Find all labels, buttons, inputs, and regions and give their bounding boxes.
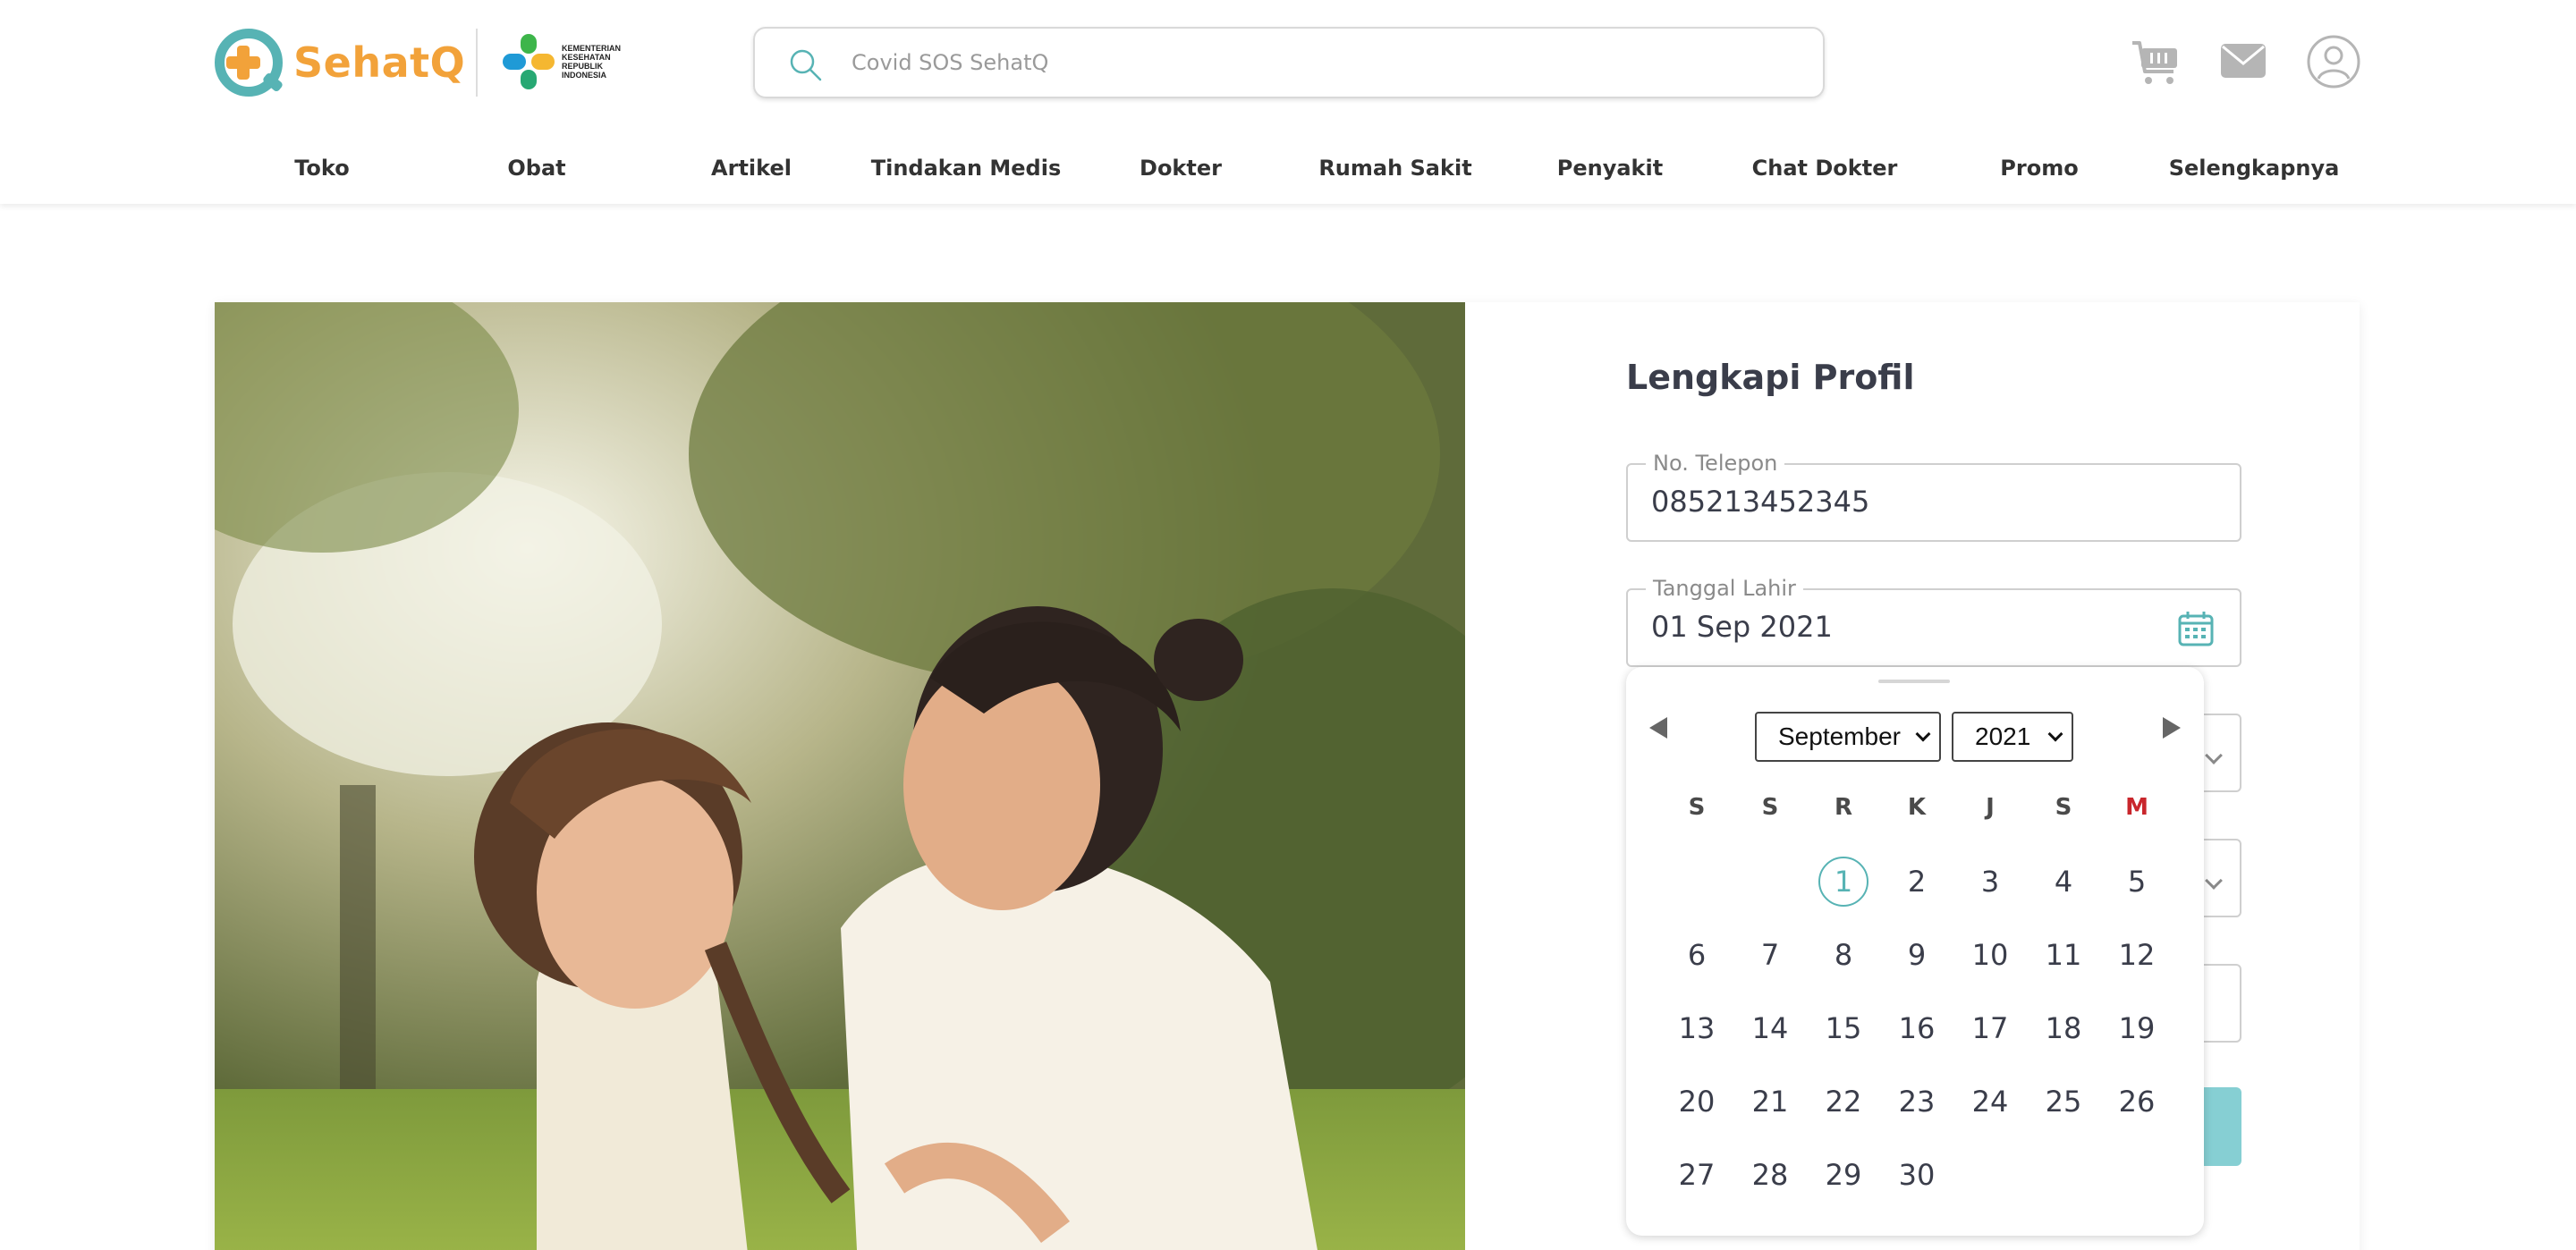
- calendar-day[interactable]: 17: [1965, 1003, 2015, 1053]
- date-picker: September 2021 SSRKJSM 1 2 3 4 5 6 7 8 9 10 11 12 13…: [1626, 667, 2204, 1236]
- nav-item-toko[interactable]: Toko: [215, 145, 429, 191]
- next-month-button[interactable]: [2163, 717, 2181, 739]
- nav-item-selengkapnya[interactable]: Selengkapnya: [2147, 145, 2361, 191]
- calendar-day[interactable]: 4: [2038, 857, 2089, 907]
- picker-grabber: [1878, 680, 1950, 683]
- search-input[interactable]: [852, 45, 1782, 80]
- weekday-label: S: [2055, 794, 2072, 821]
- calendar-day[interactable]: 30: [1892, 1150, 1942, 1200]
- cart-icon[interactable]: [2129, 36, 2181, 88]
- form-title: Lengkapi Profil: [1626, 358, 1915, 397]
- nav-item-promo[interactable]: Promo: [1932, 145, 2147, 191]
- main-nav: Toko Obat Artikel Tindakan Medis Dokter …: [215, 145, 2361, 191]
- calendar-day[interactable]: 6: [1672, 930, 1722, 980]
- weekday-label: K: [1907, 794, 1927, 821]
- brand-name: SehatQ: [293, 38, 466, 87]
- birthdate-value[interactable]: 01 Sep 2021: [1651, 610, 1833, 644]
- phone-field[interactable]: No. Telepon 085213452345: [1626, 451, 2241, 542]
- year-select[interactable]: 2021: [1952, 712, 2073, 762]
- weekday-label: M: [2125, 794, 2148, 821]
- sehatq-logo[interactable]: SehatQ: [215, 27, 465, 98]
- weekday-label: S: [1688, 794, 1706, 821]
- mother-daughter-photo: [215, 302, 1465, 1250]
- nav-item-tindakan-medis[interactable]: Tindakan Medis: [859, 145, 1073, 191]
- calendar-day[interactable]: 29: [1818, 1150, 1868, 1200]
- calendar-day[interactable]: 28: [1745, 1150, 1795, 1200]
- nav-item-dokter[interactable]: Dokter: [1073, 145, 1288, 191]
- phone-value[interactable]: 085213452345: [1651, 485, 1869, 519]
- chevron-down-icon: [2205, 747, 2223, 764]
- calendar-day[interactable]: 7: [1745, 930, 1795, 980]
- calendar-day[interactable]: 5: [2112, 857, 2162, 907]
- calendar-day[interactable]: 26: [2112, 1077, 2162, 1127]
- calendar-day[interactable]: 23: [1892, 1077, 1942, 1127]
- calendar-day[interactable]: 18: [2038, 1003, 2089, 1053]
- calendar-icon[interactable]: [2177, 610, 2215, 647]
- calendar-day[interactable]: 2: [1892, 857, 1942, 907]
- calendar-day[interactable]: 10: [1965, 930, 2015, 980]
- calendar-day[interactable]: 14: [1745, 1003, 1795, 1053]
- nav-item-rumah-sakit[interactable]: Rumah Sakit: [1288, 145, 1503, 191]
- prev-month-button[interactable]: [1649, 717, 1667, 739]
- logo-divider: [476, 29, 478, 97]
- weekday-label: S: [1761, 794, 1779, 821]
- calendar-day[interactable]: 3: [1965, 857, 2015, 907]
- month-select-value: September: [1778, 722, 1901, 750]
- calendar-day[interactable]: 24: [1965, 1077, 2015, 1127]
- calendar-day[interactable]: 25: [2038, 1077, 2089, 1127]
- calendar-day[interactable]: 16: [1892, 1003, 1942, 1053]
- kemenkes-text: KEMENTERIAN KESEHATAN REPUBLIK INDONESIA: [562, 44, 622, 80]
- user-icon[interactable]: [2306, 34, 2361, 89]
- phone-label: No. Telepon: [1646, 451, 1785, 476]
- mail-icon[interactable]: [2220, 36, 2267, 88]
- calendar-day[interactable]: 15: [1818, 1003, 1868, 1053]
- calendar-day[interactable]: 8: [1818, 930, 1868, 980]
- selected-day[interactable]: 1: [1818, 857, 1868, 907]
- birthdate-label: Tanggal Lahir: [1646, 576, 1803, 601]
- calendar-day[interactable]: 13: [1672, 1003, 1722, 1053]
- search-bar[interactable]: [753, 27, 1825, 98]
- chevron-down-icon: [2205, 872, 2223, 890]
- weekday-label: R: [1834, 794, 1853, 821]
- year-select-value: 2021: [1975, 722, 2031, 750]
- nav-item-penyakit[interactable]: Penyakit: [1503, 145, 1717, 191]
- calendar-day[interactable]: 20: [1672, 1077, 1722, 1127]
- weekday-label: J: [1986, 794, 1995, 821]
- calendar-day[interactable]: 27: [1672, 1150, 1722, 1200]
- nav-item-obat[interactable]: Obat: [429, 145, 644, 191]
- calendar-day[interactable]: 9: [1892, 930, 1942, 980]
- kemenkes-logo-mark: [501, 34, 556, 89]
- birthdate-field[interactable]: Tanggal Lahir 01 Sep 2021: [1626, 576, 2241, 667]
- calendar-day[interactable]: 22: [1818, 1077, 1868, 1127]
- month-select[interactable]: September: [1755, 712, 1941, 762]
- nav-item-chat-dokter[interactable]: Chat Dokter: [1717, 145, 1932, 191]
- search-icon: [790, 49, 822, 81]
- kemenkes-logo: KEMENTERIAN KESEHATAN REPUBLIK INDONESIA: [501, 34, 642, 89]
- site-header: SehatQ KEMENTERIAN KESEHATAN REPUBLIK IN…: [0, 0, 2576, 204]
- nav-item-artikel[interactable]: Artikel: [644, 145, 859, 191]
- calendar-day[interactable]: 12: [2112, 930, 2162, 980]
- chevron-down-icon: [2047, 726, 2063, 742]
- hero-photo: [215, 302, 1465, 1250]
- calendar-day[interactable]: 11: [2038, 930, 2089, 980]
- chevron-down-icon: [1915, 726, 1931, 742]
- calendar-day[interactable]: 19: [2112, 1003, 2162, 1053]
- calendar-day[interactable]: 21: [1745, 1077, 1795, 1127]
